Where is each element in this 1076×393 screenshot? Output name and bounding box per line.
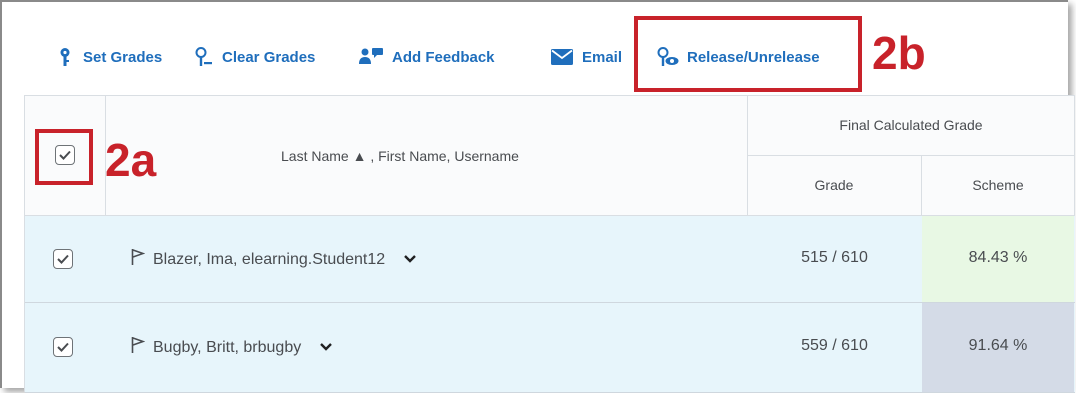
- scheme-column-header: Scheme: [972, 177, 1024, 193]
- grades-table: Last Name ▲ , First Name, Username Final…: [24, 95, 1075, 393]
- clear-grades-button[interactable]: Clear Grades: [194, 46, 315, 68]
- table-row: Blazer, Ima, elearning.Student12 515 / 6…: [25, 216, 1075, 303]
- row-checkbox[interactable]: [53, 249, 73, 269]
- student-name-cell: Blazer, Ima, elearning.Student12: [131, 248, 417, 271]
- email-label: Email: [582, 48, 623, 66]
- row-checkbox[interactable]: [53, 337, 73, 357]
- grade-column-header: Grade: [814, 177, 854, 193]
- chevron-down-icon[interactable]: [319, 339, 333, 357]
- grade-value[interactable]: 559 / 610: [748, 337, 921, 355]
- callout-label-2b: 2b: [872, 27, 926, 79]
- add-feedback-label: Add Feedback: [392, 48, 495, 66]
- key-clear-icon: [194, 47, 214, 67]
- grade-value[interactable]: 515 / 610: [748, 249, 921, 267]
- chevron-down-icon[interactable]: [403, 251, 417, 269]
- callout-box-2a: [35, 129, 93, 185]
- key-icon: [55, 47, 75, 67]
- set-grades-button[interactable]: Set Grades: [55, 46, 162, 68]
- scheme-value: 84.43 %: [968, 249, 1028, 266]
- add-feedback-button[interactable]: Add Feedback: [358, 46, 495, 68]
- flag-icon[interactable]: [131, 336, 146, 359]
- callout-label-2a: 2a: [105, 134, 157, 186]
- student-name[interactable]: Bugby, Britt, brbugby: [153, 339, 301, 357]
- scheme-value: 91.64 %: [968, 337, 1028, 354]
- envelope-icon: [550, 47, 574, 67]
- table-header: [25, 96, 1075, 216]
- student-name-cell: Bugby, Britt, brbugby: [131, 336, 333, 359]
- set-grades-label: Set Grades: [83, 48, 163, 66]
- student-name[interactable]: Blazer, Ima, elearning.Student12: [153, 251, 385, 269]
- name-column-header[interactable]: Last Name ▲ , First Name, Username: [281, 148, 519, 164]
- clear-grades-label: Clear Grades: [222, 48, 316, 66]
- checkmark-icon: [57, 342, 69, 352]
- final-calculated-grade-header: Final Calculated Grade: [839, 117, 983, 133]
- table-row: Bugby, Britt, brbugby 559 / 610 91.64 %: [25, 303, 1075, 393]
- callout-box-2b: [634, 16, 862, 92]
- feedback-icon: [358, 47, 384, 67]
- flag-icon[interactable]: [131, 248, 146, 271]
- email-button[interactable]: Email: [550, 46, 622, 68]
- checkmark-icon: [57, 254, 69, 264]
- grades-panel: Set Grades Clear Grades Add Feedback Ema…: [0, 0, 1075, 393]
